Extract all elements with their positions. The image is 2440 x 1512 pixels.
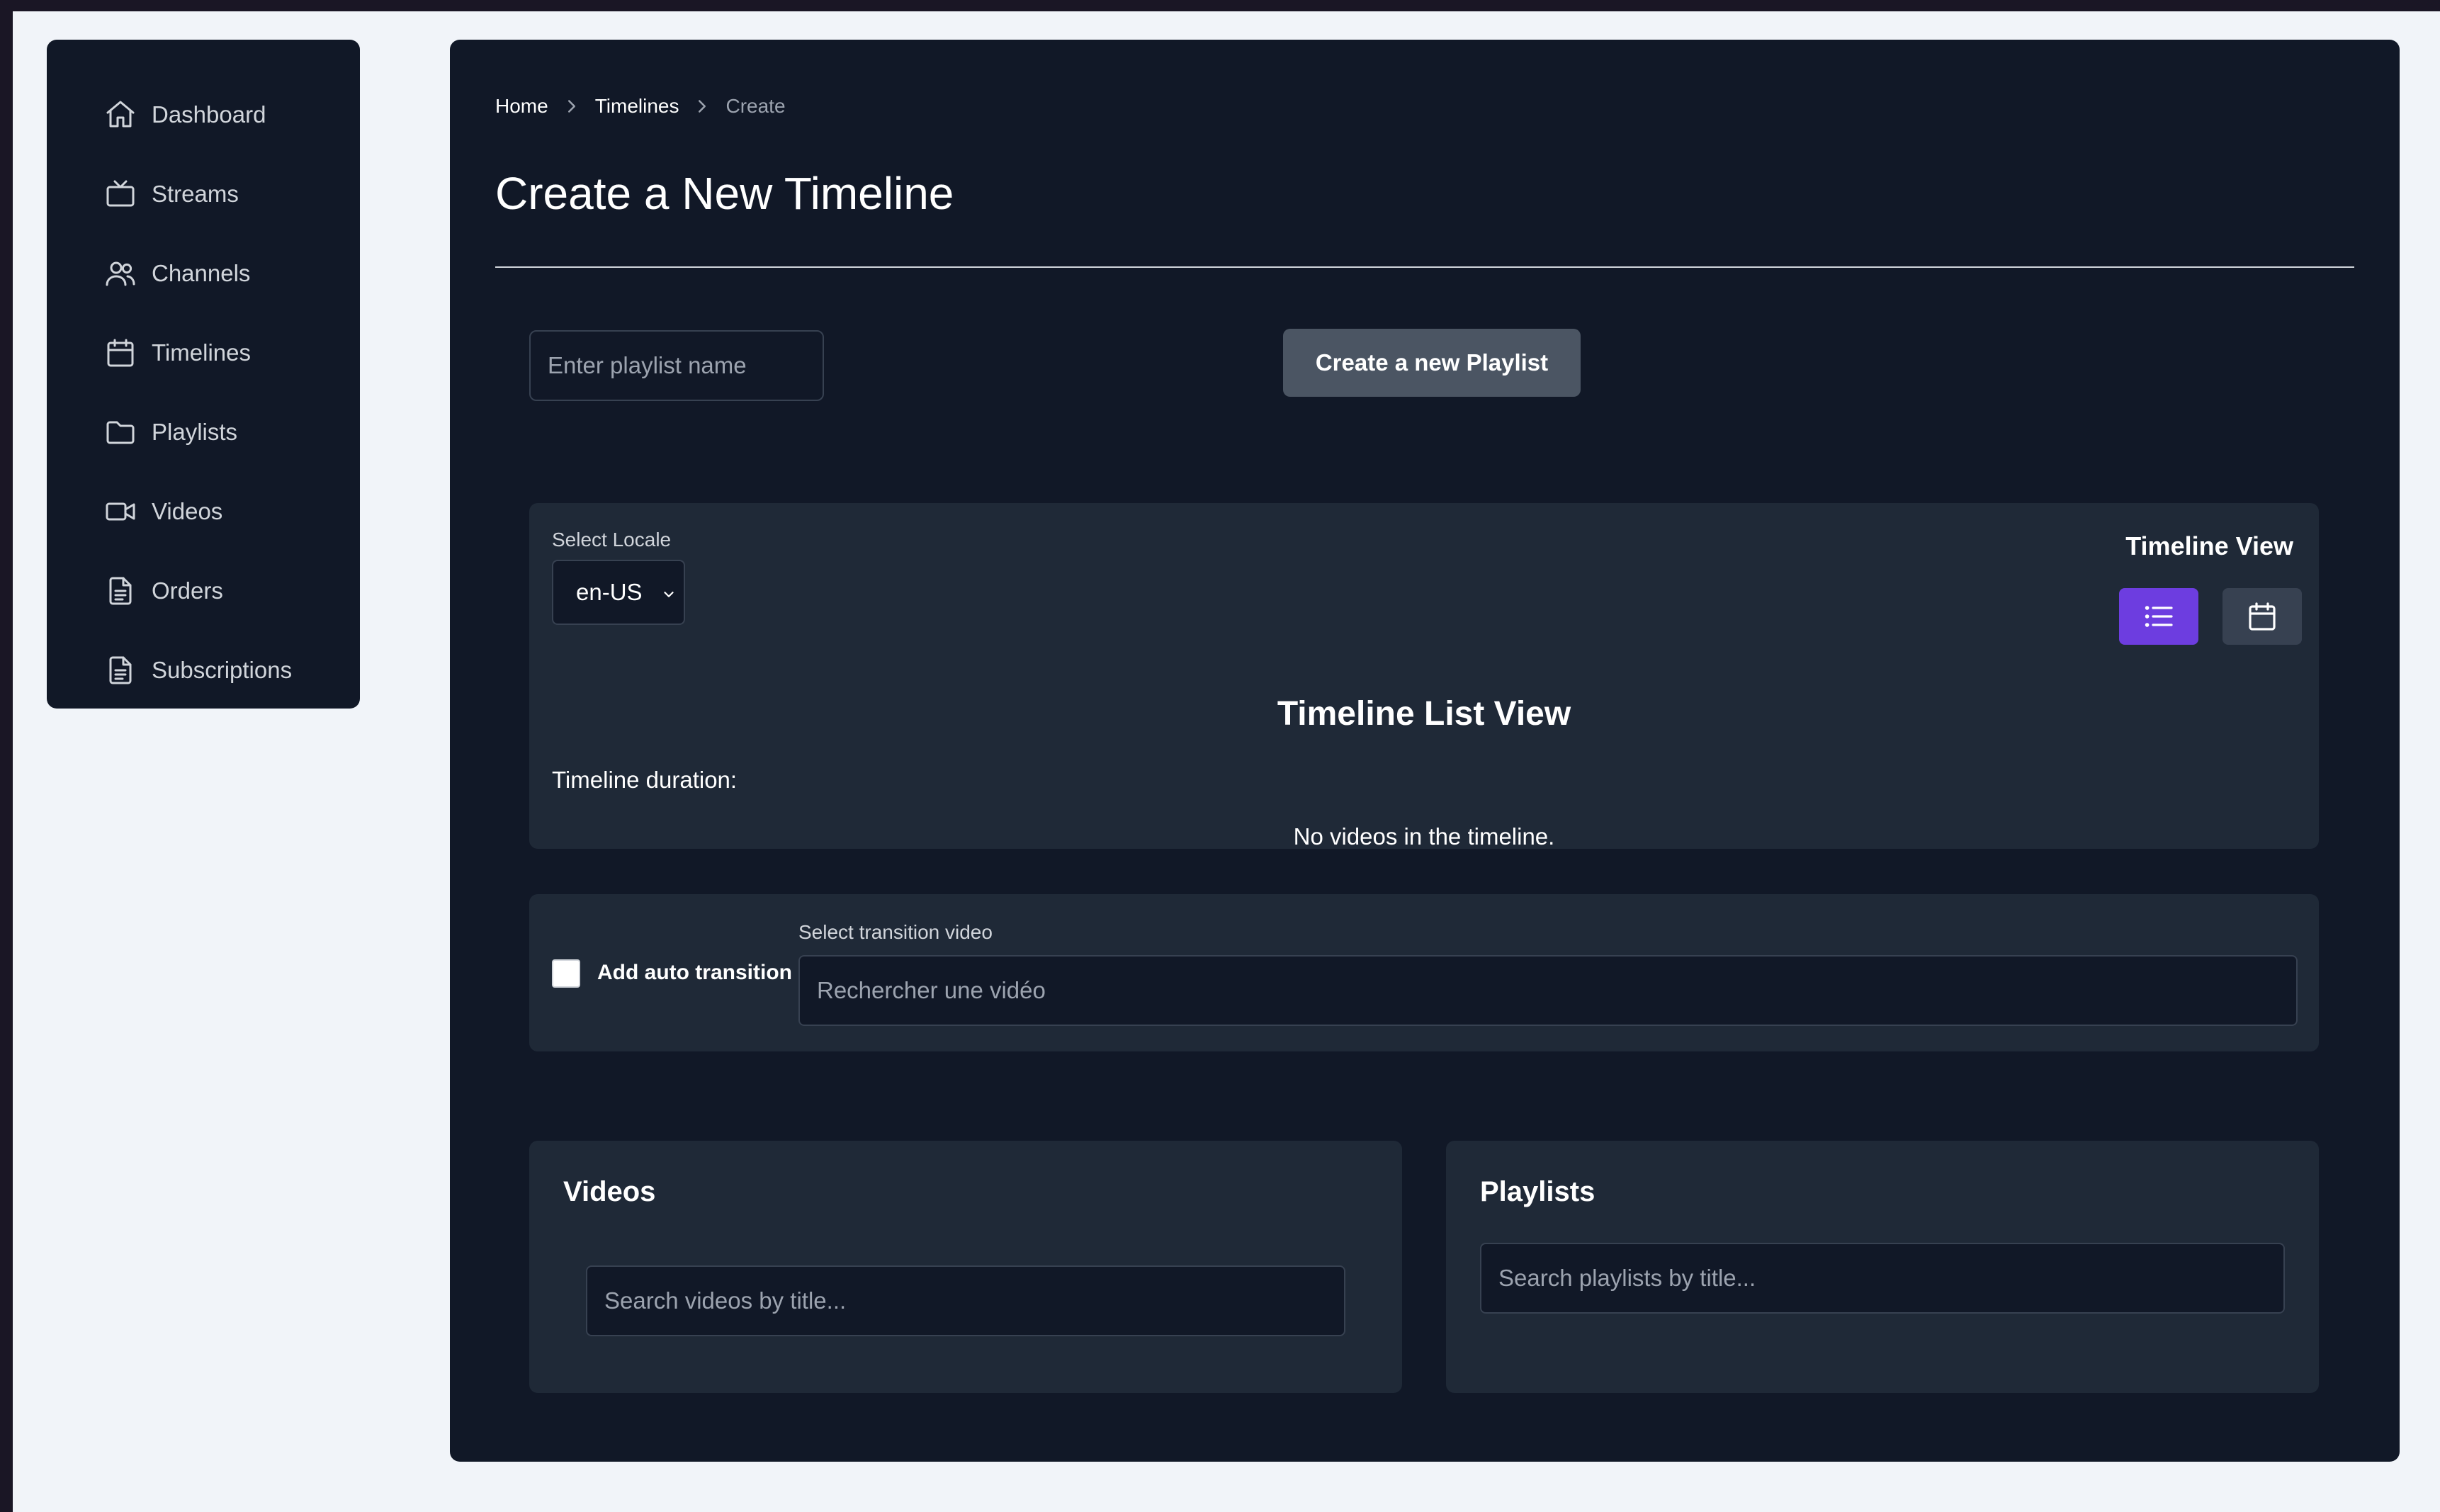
users-icon <box>106 261 135 286</box>
title-divider <box>495 266 2354 268</box>
sidebar-item-subscriptions[interactable]: Subscriptions <box>47 631 360 710</box>
tv-icon <box>106 180 135 207</box>
auto-transition-label: Add auto transition <box>597 961 792 984</box>
calendar-icon <box>107 339 134 367</box>
videos-card: Videos <box>529 1141 1402 1393</box>
sidebar-item-label: Timelines <box>152 339 251 366</box>
transition-video-label: Select transition video <box>798 921 993 943</box>
folder-icon <box>106 421 135 444</box>
main-content: Home Timelines Create Create a New Timel… <box>450 40 2400 1462</box>
transition-video-search-input[interactable] <box>798 955 2298 1026</box>
document-icon <box>109 577 132 605</box>
locale-select[interactable]: en-US <box>552 560 685 625</box>
playlists-card: Playlists <box>1446 1141 2319 1393</box>
sidebar-item-label: Channels <box>152 260 251 286</box>
chevron-down-icon <box>664 592 674 597</box>
home-icon <box>106 101 135 128</box>
video-camera-icon <box>106 502 135 521</box>
locale-value: en-US <box>576 579 643 605</box>
sidebar-item-label: Orders <box>152 577 223 604</box>
timeline-duration-label: Timeline duration: <box>552 767 738 793</box>
document-icon <box>109 656 132 684</box>
chevron-right-icon <box>567 100 575 113</box>
create-playlist-button[interactable]: Create a new Playlist <box>1283 329 1581 397</box>
sidebar-item-label: Playlists <box>152 419 238 445</box>
transition-panel: Add auto transition Select transition vi… <box>529 894 2319 1051</box>
sidebar-item-channels[interactable]: Channels <box>47 234 360 313</box>
sidebar-item-timelines[interactable]: Timelines <box>47 313 360 393</box>
page-title: Create a New Timeline <box>495 168 954 219</box>
breadcrumb-current: Create <box>725 95 786 117</box>
sidebar-item-orders[interactable]: Orders <box>47 551 360 631</box>
timeline-view-label: Timeline View <box>2125 531 2293 560</box>
breadcrumb-home[interactable]: Home <box>495 95 548 118</box>
playlist-name-input[interactable] <box>529 330 824 401</box>
playlists-search-input[interactable] <box>1480 1243 2285 1314</box>
sidebar-item-label: Subscriptions <box>152 657 293 683</box>
breadcrumb: Home Timelines Create <box>495 95 786 118</box>
breadcrumb-timelines[interactable]: Timelines <box>595 95 679 118</box>
timeline-empty-message: No videos in the timeline. <box>1293 823 1555 850</box>
sidebar-item-label: Videos <box>152 498 223 524</box>
timeline-list-view-title: Timeline List View <box>1277 695 1571 733</box>
sidebar-item-dashboard[interactable]: Dashboard <box>47 75 360 154</box>
list-view-button[interactable] <box>2119 588 2198 645</box>
sidebar-item-label: Streams <box>152 181 239 207</box>
playlists-card-title: Playlists <box>1480 1176 1595 1207</box>
sidebar-item-videos[interactable]: Videos <box>47 472 360 551</box>
timeline-panel: Select Locale en-US Timeline View Timeli… <box>529 503 2319 850</box>
sidebar-item-streams[interactable]: Streams <box>47 154 360 234</box>
sidebar: Dashboard Streams Channels Timelines Pla… <box>47 40 360 709</box>
chevron-right-icon <box>699 100 706 113</box>
locale-label: Select Locale <box>552 529 672 551</box>
list-icon <box>2145 606 2173 627</box>
auto-transition-checkbox[interactable] <box>552 959 580 988</box>
calendar-icon <box>2249 602 2276 631</box>
sidebar-item-label: Dashboard <box>152 101 266 128</box>
sidebar-item-playlists[interactable]: Playlists <box>47 393 360 472</box>
page-background: Dashboard Streams Channels Timelines Pla… <box>13 11 2440 1512</box>
videos-search-input[interactable] <box>586 1265 1345 1336</box>
videos-card-title: Videos <box>563 1176 656 1207</box>
calendar-view-button[interactable] <box>2222 588 2302 645</box>
